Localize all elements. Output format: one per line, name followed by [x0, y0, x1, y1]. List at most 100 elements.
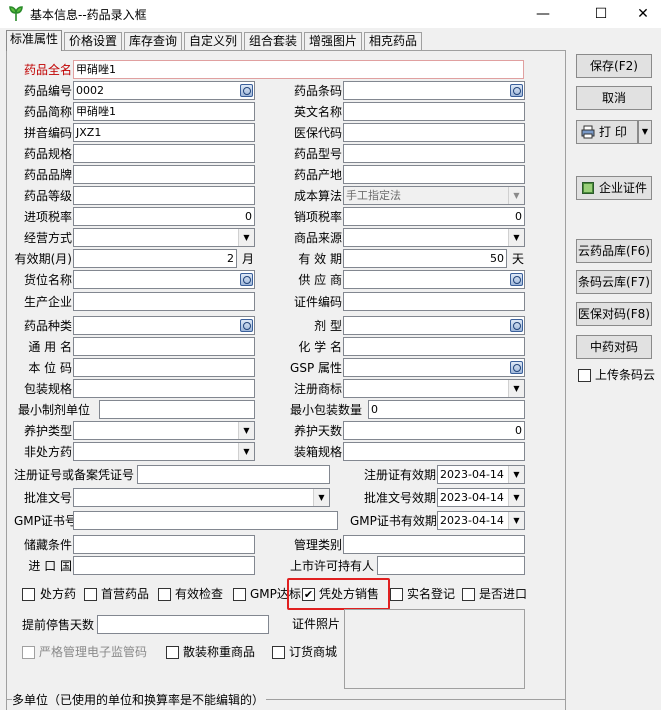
tab-stock[interactable]: 库存查询	[124, 32, 182, 50]
tcm-match-button[interactable]: 中药对码	[576, 335, 652, 359]
dosage-input[interactable]	[343, 316, 525, 335]
stop-days-input[interactable]	[97, 615, 269, 634]
chem-name-input[interactable]	[343, 337, 525, 356]
bulk-checkbox[interactable]	[166, 646, 179, 659]
gsp-lookup-icon[interactable]	[510, 361, 523, 374]
dosage-lookup-icon[interactable]	[510, 319, 523, 332]
source-dropdown-icon[interactable]: ▼	[508, 229, 524, 246]
tab-combo[interactable]: 组合套装	[244, 32, 302, 50]
category-label: 药品种类	[23, 319, 72, 333]
cost-method-dropdown-icon[interactable]: ▼	[508, 187, 524, 204]
output-tax-input[interactable]: 0	[343, 207, 525, 226]
en-name-input[interactable]	[343, 102, 525, 121]
barcode-lookup-icon[interactable]	[510, 84, 523, 97]
input-tax-input[interactable]: 0	[73, 207, 255, 226]
cloud-drug-lib-button[interactable]: 云药品库(F6)	[576, 239, 652, 263]
rx-checkbox[interactable]	[22, 588, 35, 601]
generic-input[interactable]	[73, 337, 255, 356]
valid-check-checkbox[interactable]	[158, 588, 171, 601]
location-input[interactable]	[73, 270, 255, 289]
gmp-no-input[interactable]	[73, 511, 338, 530]
pinyin-input[interactable]: JXZ1	[73, 123, 255, 142]
otc-dropdown-icon[interactable]: ▼	[238, 443, 254, 460]
base-code-input[interactable]	[73, 358, 255, 377]
brand-input[interactable]	[73, 165, 255, 184]
category-lookup-icon[interactable]	[240, 319, 253, 332]
barcode-cloud-lib-button[interactable]: 条码云库(F7)	[576, 270, 652, 294]
e-supervise-checkbox[interactable]	[22, 646, 35, 659]
approval-expiry-dropdown-icon[interactable]: ▼	[508, 489, 524, 506]
reg-expiry-dropdown-icon[interactable]: ▼	[508, 466, 524, 483]
rx-sale-label: 凭处方销售	[319, 587, 380, 601]
approval-no-select[interactable]	[73, 488, 330, 507]
supplier-input[interactable]	[343, 270, 525, 289]
code-lookup-icon[interactable]	[240, 84, 253, 97]
insurance-code-label: 医保代码	[293, 126, 342, 140]
manufacturer-input[interactable]	[73, 292, 255, 311]
save-button[interactable]: 保存(F2)	[576, 54, 652, 78]
biz-mode-select[interactable]	[73, 228, 255, 247]
barcode-input[interactable]	[343, 81, 525, 100]
rx-sale-checkbox[interactable]: ✔	[302, 588, 315, 601]
trademark-select[interactable]	[343, 379, 525, 398]
cert-code-input[interactable]	[343, 292, 525, 311]
cert-photo-box[interactable]	[344, 609, 525, 689]
insurance-code-input[interactable]	[343, 123, 525, 142]
category-input[interactable]	[73, 316, 255, 335]
maximize-button[interactable]: ☐	[578, 0, 624, 28]
cost-method-select[interactable]: 手工指定法	[343, 186, 525, 205]
print-menu-dropdown[interactable]: ▼	[638, 120, 652, 144]
otc-select[interactable]	[73, 442, 255, 461]
minimize-button[interactable]: —	[520, 0, 566, 28]
supplier-lookup-icon[interactable]	[510, 273, 523, 286]
tab-custom-cols[interactable]: 自定义列	[184, 32, 242, 50]
gsp-input[interactable]	[343, 358, 525, 377]
cancel-button[interactable]: 取消	[576, 86, 652, 110]
validity-days-input[interactable]: 50	[343, 249, 507, 268]
min-pack-qty-input[interactable]: 0	[368, 400, 525, 419]
short-name-input[interactable]: 甲硝唑1	[73, 102, 255, 121]
full-name-input[interactable]: 甲硝唑1	[73, 60, 524, 79]
mgmt-cat-input[interactable]	[343, 535, 525, 554]
tab-price[interactable]: 价格设置	[64, 32, 122, 50]
tab-images[interactable]: 增强图片	[304, 32, 362, 50]
model-input[interactable]	[343, 144, 525, 163]
grade-input[interactable]	[73, 186, 255, 205]
tab-conflict-drugs[interactable]: 相克药品	[364, 32, 422, 50]
enterprise-cert-button[interactable]: 企业证件	[576, 176, 652, 200]
trademark-dropdown-icon[interactable]: ▼	[508, 380, 524, 397]
validity-input[interactable]: 2	[73, 249, 237, 268]
validity-unit: 月	[241, 252, 254, 266]
package-spec-input[interactable]	[73, 379, 255, 398]
real-name-checkbox[interactable]	[390, 588, 403, 601]
print-button[interactable]: 打 印	[576, 120, 638, 144]
care-days-input[interactable]: 0	[343, 421, 525, 440]
min-pack-qty-label: 最小包装数量	[290, 403, 363, 417]
care-days-label: 养护天数	[293, 424, 342, 438]
care-type-dropdown-icon[interactable]: ▼	[238, 422, 254, 439]
code-input[interactable]: 0002	[73, 81, 255, 100]
license-holder-input[interactable]	[377, 556, 525, 575]
care-type-select[interactable]	[73, 421, 255, 440]
approval-no-dropdown-icon[interactable]: ▼	[313, 489, 329, 506]
biz-mode-dropdown-icon[interactable]: ▼	[238, 229, 254, 246]
min-unit-input[interactable]	[99, 400, 255, 419]
box-spec-input[interactable]	[343, 442, 525, 461]
reg-no-input[interactable]	[137, 465, 330, 484]
storage-input[interactable]	[73, 535, 255, 554]
tab-standard-attrs[interactable]: 标准属性	[6, 30, 62, 51]
gmp-expiry-dropdown-icon[interactable]: ▼	[508, 512, 524, 529]
spec-input[interactable]	[73, 144, 255, 163]
import-country-input[interactable]	[73, 556, 255, 575]
first-sale-checkbox[interactable]	[84, 588, 97, 601]
origin-input[interactable]	[343, 165, 525, 184]
location-lookup-icon[interactable]	[240, 273, 253, 286]
source-select[interactable]	[343, 228, 525, 247]
insurance-match-button[interactable]: 医保对码(F8)	[576, 302, 652, 326]
gmp-checkbox[interactable]	[233, 588, 246, 601]
close-button[interactable]: ✕	[620, 0, 661, 28]
upload-barcode-checkbox[interactable]	[578, 369, 591, 382]
order-mall-checkbox[interactable]	[272, 646, 285, 659]
imported-checkbox[interactable]	[462, 588, 475, 601]
input-tax-label: 进项税率	[23, 210, 72, 224]
